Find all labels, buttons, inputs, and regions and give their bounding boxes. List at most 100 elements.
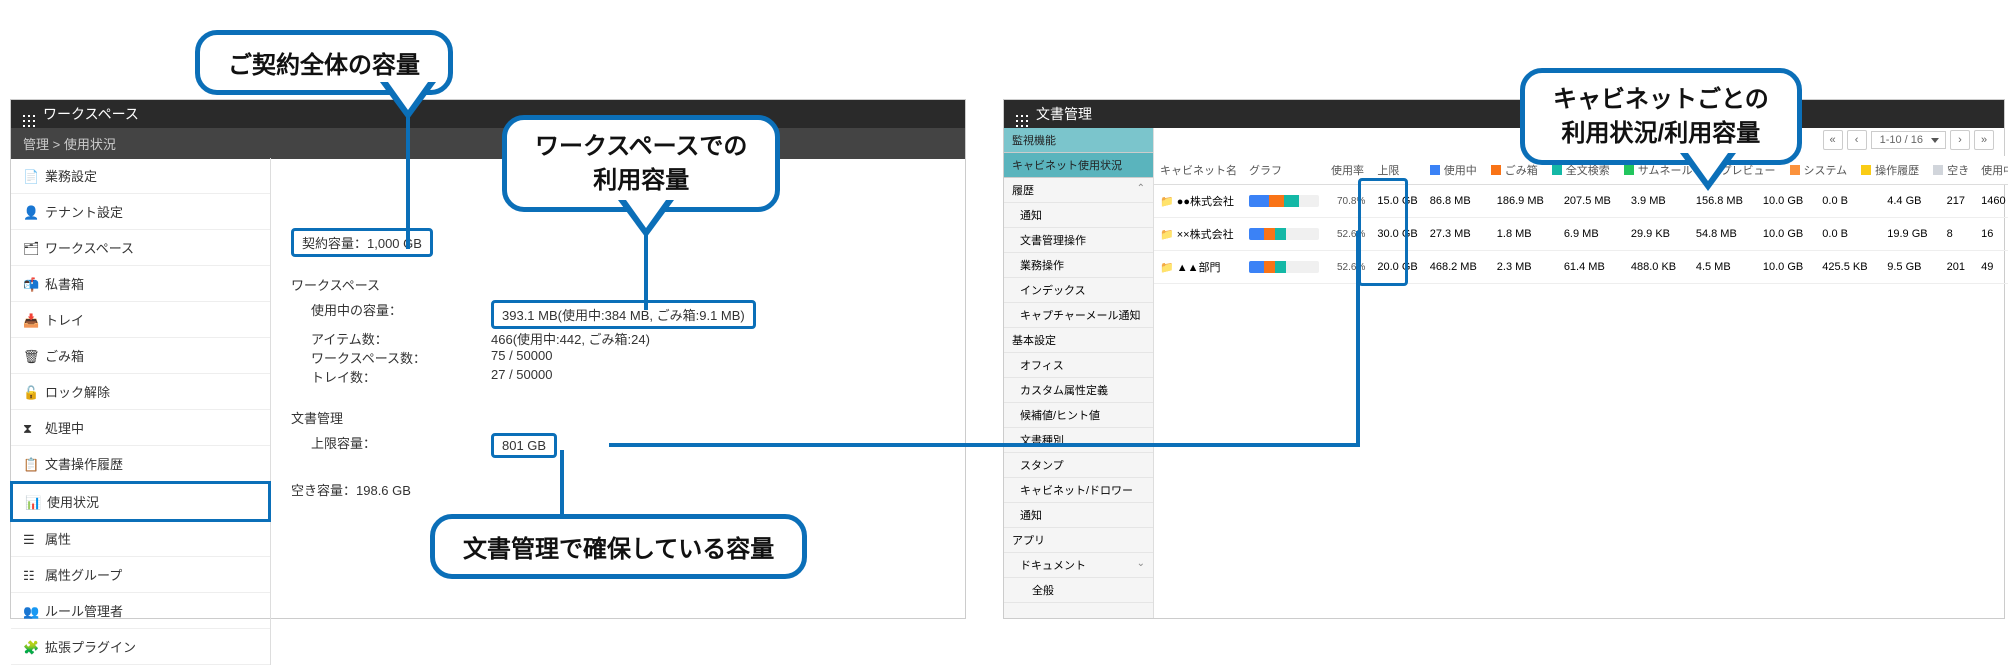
sidebar-item-biz[interactable]: 📄業務設定 [11,158,270,194]
cell-c2: 16 [1975,218,2008,251]
table-row[interactable]: 📁 ▲▲部門 52.6% 20.0 GB 468.2 MB 2.3 MB 61.… [1154,251,2008,284]
sidebar-item-usage[interactable]: 📊使用状況 [10,481,271,522]
page-range-select[interactable]: 1-10 / 16 [1871,131,1946,149]
cell-pct: 52.6% [1325,251,1371,284]
connector [609,443,1359,447]
cell-free: 4.4 GB [1881,185,1940,218]
plugin-icon: 🧩 [23,640,37,654]
workspace-title: ワークスペース [43,100,139,128]
callout-text: 利用状況/利用容量 [1562,120,1761,147]
cell-c2: 49 [1975,251,2008,284]
sidebar-item-rulemgr[interactable]: 👥ルール管理者 [11,593,270,629]
app-all[interactable]: 全般 [1004,578,1153,603]
cell-limit: 15.0 GB [1371,185,1423,218]
sidebar-item-tenant[interactable]: 👤テナント設定 [11,194,270,230]
mon-cabusage[interactable]: キャビネット使用状況 [1004,153,1153,178]
sidebar-item-processing[interactable]: ⧗処理中 [11,410,270,446]
cell-used: 27.3 MB [1424,218,1491,251]
apps-grid-icon[interactable] [23,108,35,120]
cell-pct: 52.6% [1325,218,1371,251]
basic-office[interactable]: オフィス [1004,353,1153,378]
cell-sys: 10.0 GB [1757,218,1816,251]
legend-item: システム [1790,162,1848,178]
callout-text: ご契約全体の容量 [228,52,420,79]
cell-ft: 61.4 MB [1558,251,1625,284]
ws-used-key: 使用中の容量： [291,300,491,329]
hist-docop[interactable]: 文書管理操作 [1004,228,1153,253]
callout-cabinet-usage: キャビネットごとの 利用状況/利用容量 [1520,68,1802,165]
hist-index[interactable]: インデックス [1004,278,1153,303]
th-graph[interactable]: グラフ [1243,156,1325,185]
cell-thumb: 488.0 KB [1625,251,1690,284]
sidebar-item-ws[interactable]: 🗂ワークスペース [11,230,270,266]
basic-candidate[interactable]: 候補値/ヒント値 [1004,403,1153,428]
grp-basic[interactable]: 基本設定 [1004,328,1153,353]
sidebar-item-label: 文書操作履歴 [45,454,123,473]
sidebar-item-label: 属性グループ [45,565,122,584]
page-prev-button[interactable]: ‹ [1847,130,1867,150]
connector [406,115,410,249]
hist-notify[interactable]: 通知 [1004,203,1153,228]
connector [560,450,564,514]
hist-capmail[interactable]: キャプチャーメール通知 [1004,303,1153,328]
sidebar-item-attr[interactable]: ☰属性 [11,521,270,557]
sidebar-item-label: ロック解除 [45,382,110,401]
grp-app[interactable]: アプリ [1004,528,1153,553]
sidebar-item-label: 処理中 [45,418,84,437]
legend-item: 空き [1933,162,1969,178]
app-docset[interactable]: ドキュメント⌄ [1004,553,1153,578]
cell-trash: 1.8 MB [1491,218,1558,251]
group-icon: ☷ [23,568,37,582]
basic-doctype[interactable]: 文書種別 [1004,428,1153,453]
cell-ft: 207.5 MB [1558,185,1625,218]
basic-cabdrawer[interactable]: キャビネット/ドロワー [1004,478,1153,503]
docmgmt-title: 文書管理 [1036,100,1092,128]
pager: « ‹ 1-10 / 16 › » [1823,130,1994,150]
sidebar-item-trash[interactable]: 🗑ごみ箱 [11,338,270,374]
cell-used: 468.2 MB [1424,251,1491,284]
cell-trash: 2.3 MB [1491,251,1558,284]
basic-notify[interactable]: 通知 [1004,503,1153,528]
legend-swatch [1552,165,1562,175]
cell-sys: 10.0 GB [1757,251,1816,284]
tray-icon: 📥 [23,313,37,327]
legend-label: システム [1804,162,1848,178]
legend-swatch [1790,165,1800,175]
basic-customattr[interactable]: カスタム属性定義 [1004,378,1153,403]
sidebar-item-label: 私書箱 [45,274,84,293]
hist-bizop[interactable]: 業務操作 [1004,253,1153,278]
table-row[interactable]: 📁 ●●株式会社 70.8% 15.0 GB 86.8 MB 186.9 MB … [1154,185,2008,218]
apps-grid-icon[interactable] [1016,108,1028,120]
chevron-up-icon: ⌃ [1137,183,1145,194]
page-next-button[interactable]: › [1950,130,1970,150]
th-limit[interactable]: 上限 [1371,156,1423,185]
sidebar-item-plugin[interactable]: 🧩拡張プラグイン [11,629,270,665]
legend-label: 使用中 [1444,162,1477,178]
th-pct[interactable]: 使用率 [1325,156,1371,185]
items-value: 466(使用中:442, ごみ箱:24) [491,329,650,348]
workspace-titlebar: ワークスペース [11,100,965,128]
page-first-button[interactable]: « [1823,130,1843,150]
sidebar-item-tray[interactable]: 📥トレイ [11,302,270,338]
sidebar-item-mybox[interactable]: 📬私書箱 [11,266,270,302]
connector [644,233,648,310]
basic-stamp[interactable]: スタンプ [1004,453,1153,478]
callout-text: キャビネットごとの [1553,86,1769,113]
sidebar-item-unlock[interactable]: 🔓ロック解除 [11,374,270,410]
legend-item: 操作履歴 [1861,162,1919,178]
cell-c1: 217 [1941,185,1976,218]
cell-limit: 20.0 GB [1371,251,1423,284]
page-last-button[interactable]: » [1974,130,1994,150]
cell-c1: 201 [1941,251,1976,284]
table-row[interactable]: 📁 ××株式会社 52.6% 30.0 GB 27.3 MB 1.8 MB 6.… [1154,218,2008,251]
docmgmt-titlebar: 文書管理 [1004,100,2004,128]
th-c1[interactable]: 使用中 [1975,156,2008,185]
sidebar-item-ophist[interactable]: 📋文書操作履歴 [11,446,270,482]
sidebar-item-attrgrp[interactable]: ☷ 属性グループ [11,557,270,593]
grp-history[interactable]: 履歴⌃ [1004,178,1153,203]
callout-ws-usage: ワークスペースでの 利用容量 [502,115,780,212]
legend-swatch [1624,165,1634,175]
callout-text: ワークスペースでの [535,133,747,160]
legend-swatch [1491,165,1501,175]
th-name[interactable]: キャビネット名 [1154,156,1243,185]
